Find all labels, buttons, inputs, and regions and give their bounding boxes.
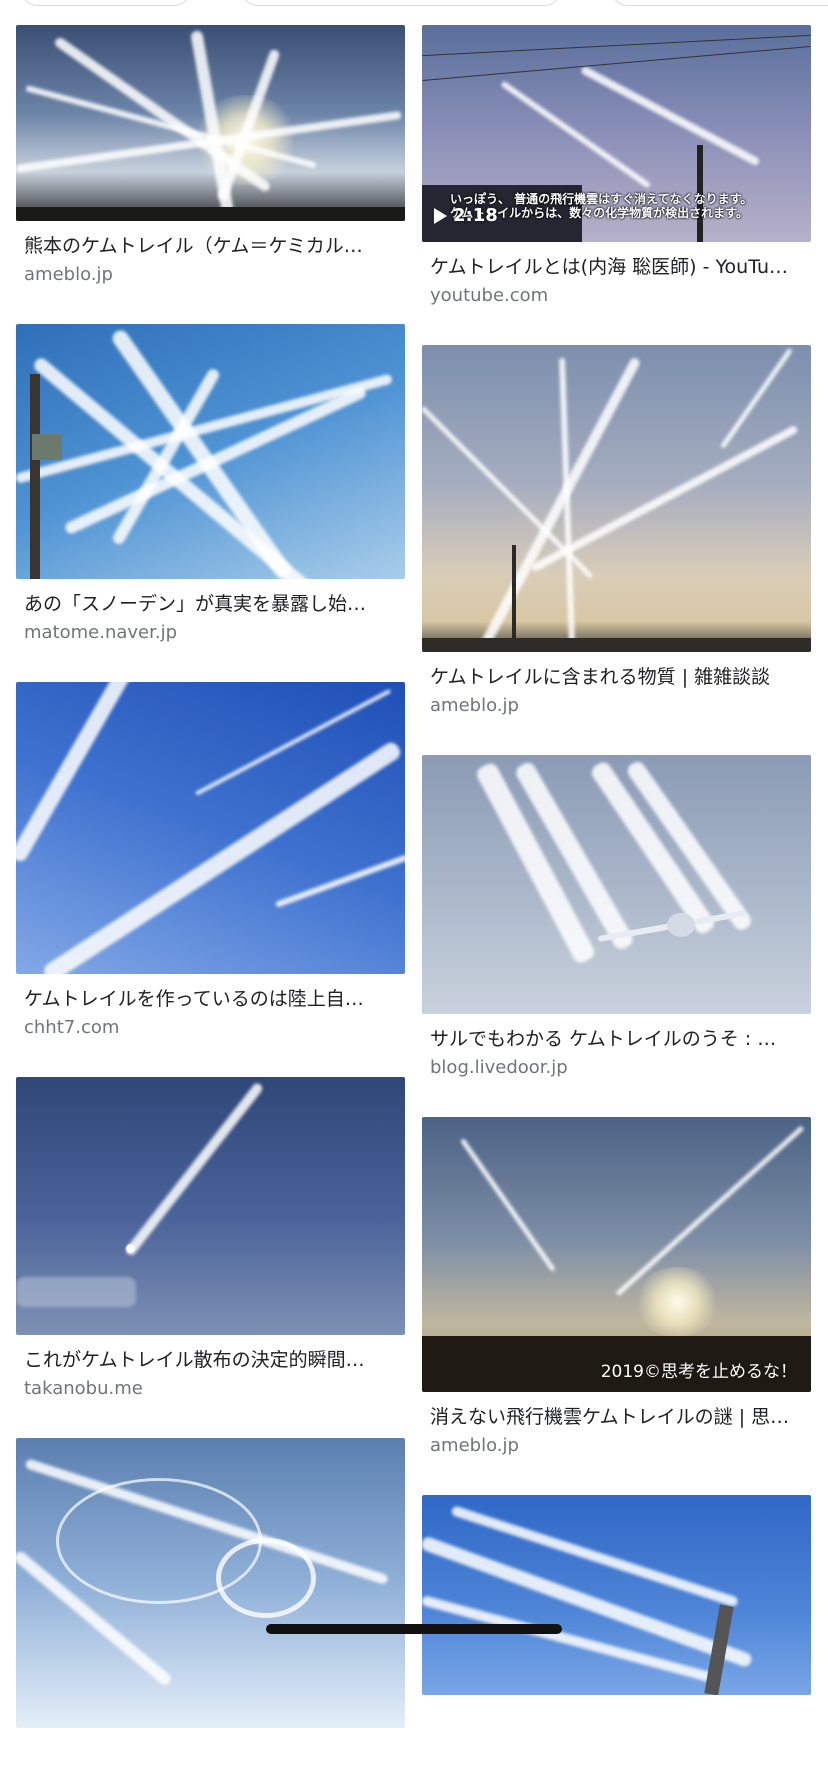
result-thumbnail[interactable] (16, 1438, 405, 1728)
result-title[interactable]: これがケムトレイル散布の決定的瞬間… (16, 1347, 405, 1373)
play-icon (434, 207, 447, 224)
result-domain: ameblo.jp (24, 264, 113, 285)
result-domain: youtube.com (430, 285, 549, 306)
image-result[interactable]: サルでもわかる ケムトレイルのうそ : … blog.livedoor.jp (422, 755, 811, 1080)
filter-chip[interactable] (20, 0, 192, 6)
image-result[interactable]: これがケムトレイル散布の決定的瞬間… takanobu.me (16, 1077, 405, 1401)
image-result[interactable] (16, 1438, 405, 1728)
result-domain: chht7.com (24, 1017, 120, 1038)
image-result[interactable]: いっぽう、 普通の飛行機雲はすぐ消えてなくなります。 ケムトレイルからは、数々の… (422, 25, 811, 308)
video-subtitle-line: いっぽう、 普通の飛行機雲はすぐ消えてなくなります。 (450, 192, 753, 206)
result-title[interactable]: あの「スノーデン」が真実を暴露し始… (16, 591, 405, 617)
result-domain: matome.naver.jp (24, 622, 178, 643)
image-result[interactable]: ケムトレイルに含まれる物質 | 雑雑談談 ameblo.jp (422, 345, 811, 718)
result-thumbnail[interactable]: いっぽう、 普通の飛行機雲はすぐ消えてなくなります。 ケムトレイルからは、数々の… (422, 25, 811, 242)
video-duration: 2:18 (434, 205, 498, 226)
result-domain: ameblo.jp (430, 695, 519, 716)
result-thumbnail[interactable] (16, 324, 405, 579)
result-thumbnail[interactable] (16, 1077, 405, 1335)
image-watermark: 2019©思考を止めるな！ (600, 1362, 797, 1382)
results-column-left: 熊本のケムトレイル（ケム＝ケミカル… ameblo.jp あの「スノーデン」が真… (16, 25, 405, 1765)
image-result[interactable] (422, 1495, 811, 1695)
result-title[interactable]: ケムトレイルとは(内海 聡医師) - YouTu… (422, 254, 811, 280)
result-thumbnail[interactable] (422, 1495, 811, 1695)
result-thumbnail[interactable] (422, 755, 811, 1014)
result-thumbnail[interactable] (422, 345, 811, 652)
home-indicator[interactable] (266, 1624, 562, 1634)
result-thumbnail[interactable] (16, 682, 405, 974)
result-domain: takanobu.me (24, 1378, 143, 1399)
result-domain: blog.livedoor.jp (430, 1057, 568, 1078)
result-thumbnail[interactable] (16, 25, 405, 221)
result-title[interactable]: 熊本のケムトレイル（ケム＝ケミカル… (16, 233, 405, 259)
filter-chip[interactable] (240, 0, 562, 6)
result-title[interactable]: 消えない飛行機雲ケムトレイルの謎 | 思… (422, 1404, 811, 1430)
image-result[interactable]: ケムトレイルを作っているのは陸上自… chht7.com (16, 682, 405, 1040)
duration-label: 2:18 (453, 205, 498, 226)
result-domain: ameblo.jp (430, 1435, 519, 1456)
result-title[interactable]: ケムトレイルに含まれる物質 | 雑雑談談 (422, 664, 811, 690)
image-result[interactable]: 2019©思考を止めるな！ 消えない飛行機雲ケムトレイルの謎 | 思… ameb… (422, 1117, 811, 1458)
result-title[interactable]: ケムトレイルを作っているのは陸上自… (16, 986, 405, 1012)
filter-chip[interactable] (610, 0, 828, 6)
result-thumbnail[interactable]: 2019©思考を止めるな！ (422, 1117, 811, 1392)
image-result[interactable]: あの「スノーデン」が真実を暴露し始… matome.naver.jp (16, 324, 405, 645)
image-result[interactable]: 熊本のケムトレイル（ケム＝ケミカル… ameblo.jp (16, 25, 405, 287)
results-column-right: いっぽう、 普通の飛行機雲はすぐ消えてなくなります。 ケムトレイルからは、数々の… (422, 25, 811, 1732)
result-title[interactable]: サルでもわかる ケムトレイルのうそ : … (422, 1026, 811, 1052)
